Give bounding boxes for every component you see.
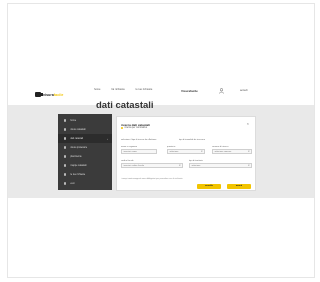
form-subtitle: ricerca per nominativo bbox=[121, 127, 147, 129]
sidebar-item-home[interactable]: home bbox=[58, 116, 112, 125]
map-icon bbox=[64, 164, 67, 167]
municipality-label: comune di ricerca bbox=[212, 146, 229, 148]
name-label: nome e cognome bbox=[121, 146, 138, 148]
file-icon bbox=[64, 146, 67, 149]
user-icon[interactable] bbox=[219, 88, 224, 94]
fiscal-code-select[interactable]: inserisci codice fiscale bbox=[121, 163, 183, 168]
sidebar-item-label: visure catastali bbox=[70, 128, 86, 131]
property-type-label: tipo di immobile da ricercare bbox=[179, 139, 205, 141]
home-icon bbox=[64, 119, 67, 122]
sidebar-item-richieste[interactable]: le tue richieste bbox=[58, 170, 112, 179]
cancel-button[interactable]: annulla bbox=[197, 184, 221, 189]
sidebar-item-planimetrie[interactable]: planimetrie bbox=[58, 152, 112, 161]
logout-icon bbox=[64, 182, 67, 185]
top-nav: home fai richiesta le tue richieste bbox=[94, 88, 152, 91]
logo-text: visurafacile bbox=[43, 93, 63, 97]
territory-select[interactable]: seleziona bbox=[189, 163, 252, 168]
sidebar-item-visure-ipotecarie[interactable]: visure ipotecarie bbox=[58, 143, 112, 152]
nav-link-my-requests[interactable]: le tue richieste bbox=[136, 88, 153, 91]
sidebar-item-esci[interactable]: esci bbox=[58, 179, 112, 188]
sidebar-item-mappe[interactable]: mappe catastali bbox=[58, 161, 112, 170]
logo[interactable]: visurafacile bbox=[35, 92, 63, 97]
submit-button[interactable]: avanti bbox=[227, 184, 251, 189]
sidebar-item-label: dati catastali bbox=[70, 137, 84, 140]
form-note: i campi contrassegnati sono obbligatori … bbox=[121, 178, 183, 180]
nav-link-request[interactable]: fai richiesta bbox=[112, 88, 125, 91]
database-icon bbox=[64, 137, 67, 140]
province-label: provincia bbox=[167, 146, 176, 148]
page-title: dati catastali bbox=[96, 100, 154, 111]
document-icon bbox=[64, 128, 67, 131]
browser-frame: visurafacile home fai richiesta le tue r… bbox=[7, 3, 315, 278]
close-icon[interactable]: × bbox=[247, 121, 249, 126]
municipality-select[interactable]: seleziona comune bbox=[212, 149, 252, 154]
nav-link-home[interactable]: home bbox=[94, 88, 101, 91]
name-input[interactable]: inserisci nome bbox=[121, 149, 157, 154]
sidebar: home visure catastali dati catastali › v… bbox=[58, 114, 112, 190]
search-form-card: × ricerca dati catastali ricerca per nom… bbox=[116, 116, 256, 191]
chevron-right-icon: › bbox=[107, 136, 108, 141]
sidebar-item-label: le tue richieste bbox=[70, 173, 86, 176]
sidebar-item-label: visure ipotecarie bbox=[70, 146, 88, 149]
sidebar-item-label: esci bbox=[70, 182, 75, 185]
territory-label: tipo di territorio bbox=[189, 160, 203, 162]
plan-icon bbox=[64, 155, 67, 158]
fiscal-code-label: codice fiscale bbox=[121, 160, 134, 162]
login-link[interactable]: accedi bbox=[240, 89, 248, 92]
province-select[interactable]: seleziona bbox=[167, 149, 205, 154]
sidebar-item-label: mappe catastali bbox=[70, 164, 87, 167]
form-subtitle-text: ricerca per nominativo bbox=[124, 127, 148, 129]
site-header: visurafacile home fai richiesta le tue r… bbox=[8, 84, 314, 104]
logo-accent: facile bbox=[53, 92, 64, 97]
sidebar-item-visure-catastali[interactable]: visure catastali bbox=[58, 125, 112, 134]
brand-name: Visurafacile bbox=[181, 89, 198, 93]
logo-main: visura bbox=[43, 92, 54, 97]
sidebar-item-label: home bbox=[70, 119, 77, 122]
sidebar-item-label: planimetrie bbox=[70, 155, 82, 158]
bullet-icon bbox=[121, 127, 123, 129]
search-type-label: selezione il tipo di ricerca da effettua… bbox=[121, 139, 157, 141]
truck-icon bbox=[35, 92, 43, 97]
list-icon bbox=[64, 173, 67, 176]
sidebar-item-dati-catastali[interactable]: dati catastali › bbox=[58, 134, 112, 143]
